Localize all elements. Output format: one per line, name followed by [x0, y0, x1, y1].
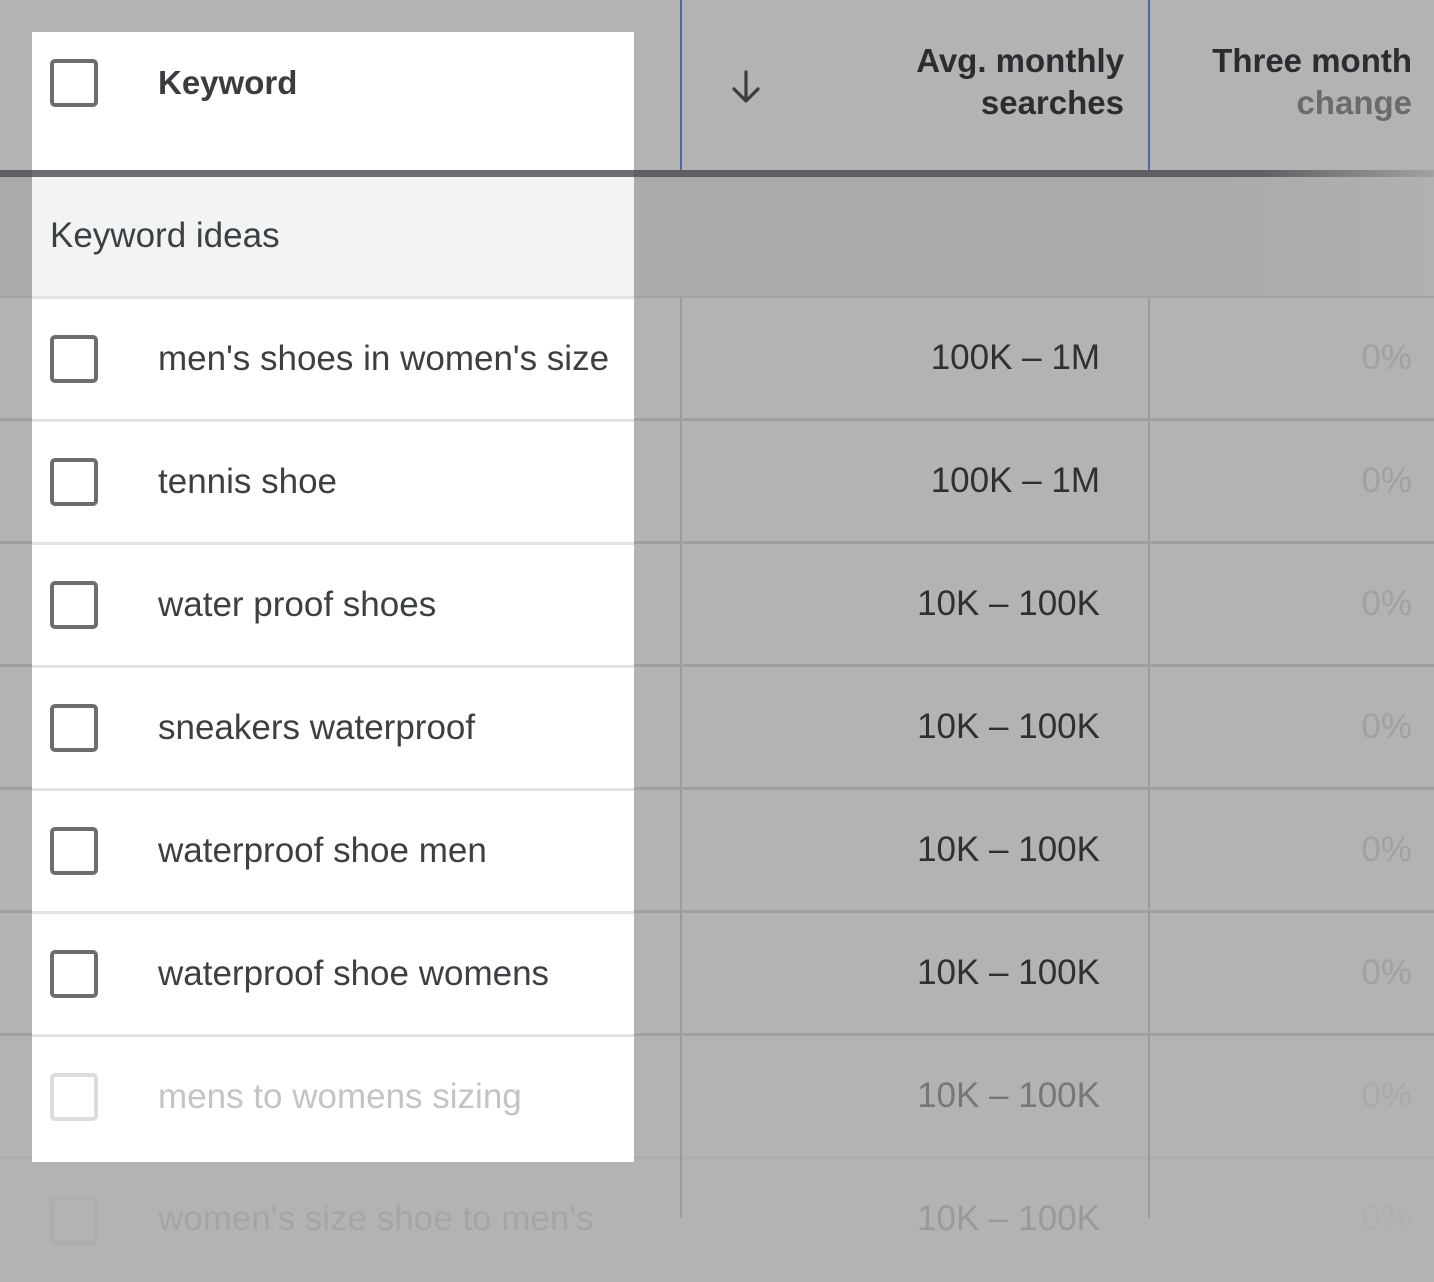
row-checkbox[interactable] [50, 581, 98, 629]
sort-descending-arrow-down-icon[interactable] [728, 68, 764, 106]
row-checkbox[interactable] [50, 1073, 98, 1121]
header-line: searches [980, 84, 1124, 121]
row-divider [32, 1034, 634, 1037]
avg-monthly-searches-cell: 10K – 100K [917, 953, 1100, 992]
keyword-cell: men's shoes in women's size [158, 339, 610, 378]
avg-monthly-searches-cell: 10K – 100K [917, 1199, 1100, 1238]
header-line: Avg. monthly [916, 42, 1124, 79]
avg-monthly-searches-cell: 100K – 1M [930, 338, 1100, 377]
row-divider [32, 419, 634, 422]
row-checkbox[interactable] [50, 950, 98, 998]
row-checkbox[interactable] [50, 1197, 98, 1245]
row-divider [32, 911, 634, 914]
header-word: Three month [1212, 42, 1412, 79]
avg-monthly-searches-cell: 10K – 100K [917, 584, 1100, 623]
group-label: Keyword ideas [50, 216, 280, 255]
column-header-three-month-change[interactable]: Three month change [1160, 40, 1412, 124]
row-divider [32, 542, 634, 545]
keyword-ideas-table: Avg. monthly searches Three month change… [0, 0, 1434, 1246]
column-divider[interactable] [680, 0, 682, 170]
three-month-change-cell: 0% [1361, 1076, 1412, 1115]
keyword-cell: tennis shoe [158, 462, 338, 501]
avg-monthly-searches-cell: 10K – 100K [917, 707, 1100, 746]
header-divider [32, 170, 634, 177]
row-checkbox[interactable] [50, 458, 98, 506]
keyword-cell: sneakers waterproof [158, 708, 476, 747]
three-month-change-cell: 0% [1361, 953, 1412, 992]
header-line: change [1296, 84, 1412, 121]
column-header-keyword[interactable]: Keyword [158, 62, 297, 104]
table-row[interactable]: women's size shoe to men's 10K – 100K 0% [0, 1159, 1434, 1282]
three-month-change-cell: 0% [1361, 584, 1412, 623]
row-divider [32, 788, 634, 791]
row-divider [32, 665, 634, 668]
select-all-checkbox[interactable] [50, 59, 98, 107]
column-header-avg-monthly-searches[interactable]: Avg. monthly searches [830, 40, 1124, 124]
keyword-cell: waterproof shoe men [158, 831, 487, 870]
keyword-cell: waterproof shoe womens [158, 954, 550, 993]
keyword-cell: women's size shoe to men's [158, 1199, 594, 1238]
three-month-change-cell: 0% [1361, 830, 1412, 869]
three-month-change-cell: 0% [1361, 1199, 1412, 1238]
header-line: Three month [1160, 40, 1412, 82]
avg-monthly-searches-cell: 100K – 1M [930, 461, 1100, 500]
column-divider[interactable] [1148, 0, 1150, 170]
row-checkbox[interactable] [50, 704, 98, 752]
three-month-change-cell: 0% [1361, 461, 1412, 500]
keyword-cell: water proof shoes [158, 585, 437, 624]
row-divider [32, 296, 634, 299]
keyword-cell: mens to womens sizing [158, 1077, 522, 1116]
avg-monthly-searches-cell: 10K – 100K [917, 830, 1100, 869]
avg-monthly-searches-cell: 10K – 100K [917, 1076, 1100, 1115]
three-month-change-cell: 0% [1361, 338, 1412, 377]
row-checkbox[interactable] [50, 827, 98, 875]
row-checkbox[interactable] [50, 335, 98, 383]
three-month-change-cell: 0% [1361, 707, 1412, 746]
